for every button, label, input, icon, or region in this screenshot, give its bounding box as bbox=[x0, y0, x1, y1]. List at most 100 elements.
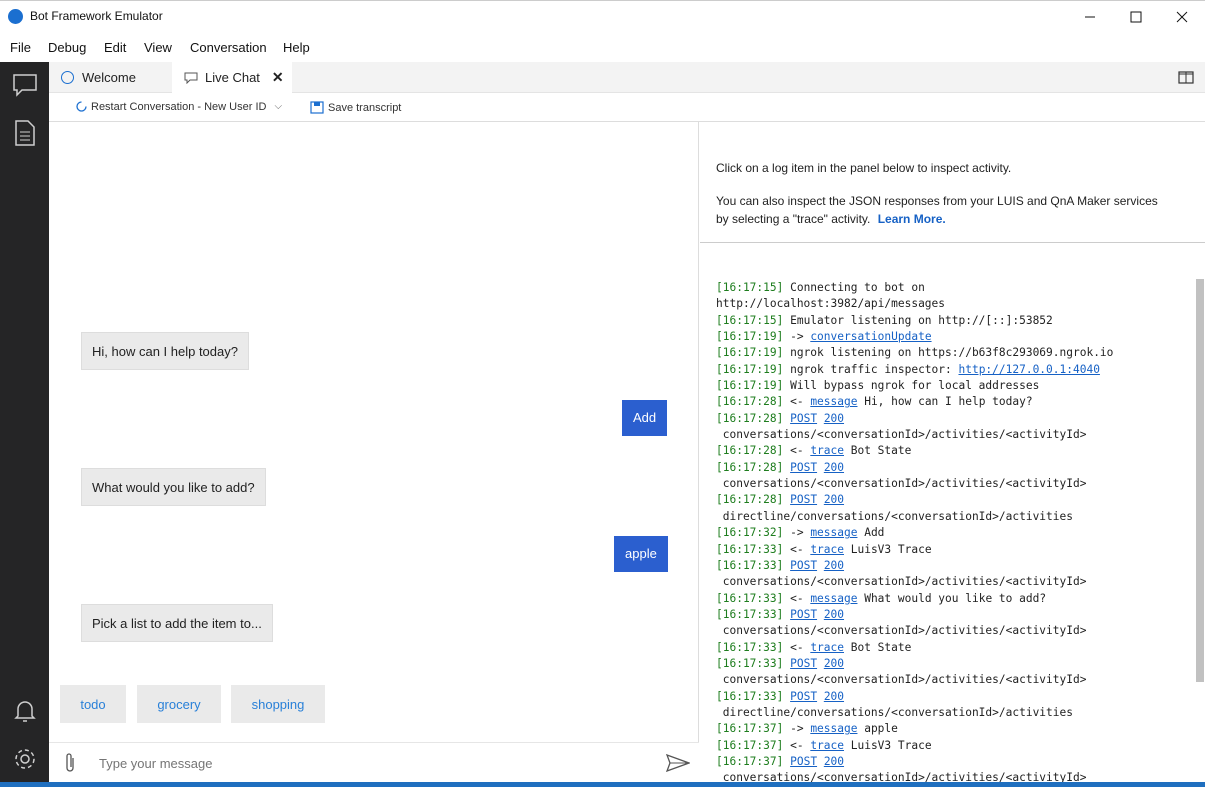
menu-conversation[interactable]: Conversation bbox=[190, 40, 267, 55]
log-entry[interactable]: [16:17:28] <- message Hi, how can I help… bbox=[716, 394, 1186, 410]
log-entry[interactable]: conversations/<conversationId>/activitie… bbox=[716, 476, 1186, 492]
log-entry[interactable]: conversations/<conversationId>/activitie… bbox=[716, 574, 1186, 590]
log-entry[interactable]: [16:17:19] -> conversationUpdate bbox=[716, 329, 1186, 345]
menu-debug[interactable]: Debug bbox=[48, 40, 86, 55]
notifications-button[interactable] bbox=[0, 688, 49, 734]
send-icon[interactable] bbox=[666, 754, 690, 772]
log-link[interactable]: trace bbox=[810, 543, 844, 556]
tab-live-chat[interactable]: Live Chat ✕ bbox=[172, 62, 292, 93]
message-input[interactable] bbox=[97, 751, 597, 775]
menu-file[interactable]: File bbox=[10, 40, 31, 55]
bot-message: Pick a list to add the item to... bbox=[81, 604, 273, 642]
log-entry[interactable]: conversations/<conversationId>/activitie… bbox=[716, 623, 1186, 639]
log-link[interactable]: conversationUpdate bbox=[810, 330, 931, 343]
log-link[interactable]: POST bbox=[790, 608, 817, 621]
inspector-hint-3: by selecting a "trace" activity. bbox=[716, 212, 871, 226]
log-link[interactable]: 200 bbox=[824, 755, 844, 768]
learn-more-link[interactable]: Learn More. bbox=[878, 212, 946, 226]
log-entry[interactable]: [16:17:33] POST 200 bbox=[716, 607, 1186, 623]
log-entry[interactable]: [16:17:37] -> message apple bbox=[716, 721, 1186, 737]
log-entry[interactable]: directline/conversations/<conversationId… bbox=[716, 509, 1186, 525]
log-entry[interactable]: [16:17:33] <- message What would you lik… bbox=[716, 591, 1186, 607]
menu-edit[interactable]: Edit bbox=[104, 40, 126, 55]
log-link[interactable]: message bbox=[810, 526, 857, 539]
log-entry[interactable]: [16:17:28] POST 200 bbox=[716, 411, 1186, 427]
log-entry[interactable]: conversations/<conversationId>/activitie… bbox=[716, 427, 1186, 443]
save-transcript-button[interactable]: Save transcript bbox=[310, 101, 401, 114]
chat-nav-button[interactable] bbox=[0, 62, 49, 108]
log-entry[interactable]: [16:17:15] Connecting to bot on bbox=[716, 280, 1186, 296]
log-link[interactable]: message bbox=[810, 395, 857, 408]
paperclip-icon[interactable] bbox=[63, 752, 77, 774]
log-link[interactable]: 200 bbox=[824, 608, 844, 621]
log-entry[interactable]: [16:17:19] ngrok listening on https://b6… bbox=[716, 345, 1186, 361]
log-entry[interactable]: [16:17:33] <- trace Bot State bbox=[716, 640, 1186, 656]
log-scrollbar[interactable] bbox=[1196, 279, 1204, 682]
inspector-hint: Click on a log item in the panel below t… bbox=[716, 161, 1012, 175]
log-entry[interactable]: [16:17:19] Will bypass ngrok for local a… bbox=[716, 378, 1186, 394]
log-text: <- bbox=[783, 640, 811, 654]
log-entry[interactable]: [16:17:33] POST 200 bbox=[716, 558, 1186, 574]
log-entry[interactable]: conversations/<conversationId>/activitie… bbox=[716, 770, 1186, 782]
log-entry[interactable]: [16:17:32] -> message Add bbox=[716, 525, 1186, 541]
log-link[interactable]: trace bbox=[810, 444, 844, 457]
log-link[interactable]: POST bbox=[790, 755, 817, 768]
log-text: LuisV3 Trace bbox=[844, 542, 932, 556]
log-link[interactable]: message bbox=[810, 592, 857, 605]
log-entry[interactable]: [16:17:28] POST 200 bbox=[716, 492, 1186, 508]
log-link[interactable]: POST bbox=[790, 493, 817, 506]
log-timestamp: [16:17:15] bbox=[716, 313, 784, 327]
log-link[interactable]: 200 bbox=[824, 493, 844, 506]
menu-help[interactable]: Help bbox=[283, 40, 310, 55]
close-button[interactable] bbox=[1159, 1, 1205, 33]
log-link[interactable]: POST bbox=[790, 412, 817, 425]
restart-conversation-button[interactable]: Restart Conversation - New User ID ⌵ bbox=[75, 100, 282, 113]
log-link[interactable]: http://127.0.0.1:4040 bbox=[958, 363, 1099, 376]
log-entry[interactable]: [16:17:37] <- trace LuisV3 Trace bbox=[716, 738, 1186, 754]
log-entry[interactable]: [16:17:33] POST 200 bbox=[716, 689, 1186, 705]
log-link[interactable]: POST bbox=[790, 657, 817, 670]
log-text: directline/conversations/<conversationId… bbox=[716, 705, 1073, 719]
log-link[interactable]: POST bbox=[790, 461, 817, 474]
tab-welcome[interactable]: Welcome bbox=[49, 62, 171, 93]
tab-bar: Welcome Live Chat ✕ bbox=[49, 62, 1205, 93]
close-tab-icon[interactable]: ✕ bbox=[272, 69, 284, 86]
tab-welcome-label: Welcome bbox=[82, 70, 136, 85]
log-timestamp: [16:17:28] bbox=[716, 411, 784, 425]
log-entry[interactable]: [16:17:19] ngrok traffic inspector: http… bbox=[716, 362, 1186, 378]
minimize-button[interactable] bbox=[1067, 1, 1113, 33]
suggested-action-todo[interactable]: todo bbox=[60, 685, 126, 723]
log-entry[interactable]: http://localhost:3982/api/messages bbox=[716, 296, 1186, 312]
log-entry[interactable]: [16:17:15] Emulator listening on http://… bbox=[716, 313, 1186, 329]
log-entry[interactable]: [16:17:28] POST 200 bbox=[716, 460, 1186, 476]
chat-icon bbox=[12, 74, 37, 97]
settings-button[interactable] bbox=[0, 736, 49, 782]
log-link[interactable]: 200 bbox=[824, 461, 844, 474]
log-entry[interactable]: [16:17:33] <- trace LuisV3 Trace bbox=[716, 542, 1186, 558]
transcript-nav-button[interactable] bbox=[0, 110, 49, 156]
log-link[interactable]: 200 bbox=[824, 690, 844, 703]
log-link[interactable]: 200 bbox=[824, 559, 844, 572]
log-link[interactable]: message bbox=[810, 722, 857, 735]
log-entry[interactable]: conversations/<conversationId>/activitie… bbox=[716, 672, 1186, 688]
log-link[interactable]: trace bbox=[810, 641, 844, 654]
suggested-action-grocery[interactable]: grocery bbox=[137, 685, 221, 723]
split-view-icon[interactable] bbox=[1178, 71, 1194, 84]
save-icon bbox=[310, 101, 324, 114]
log-link[interactable]: POST bbox=[790, 690, 817, 703]
log-entry[interactable]: [16:17:33] POST 200 bbox=[716, 656, 1186, 672]
maximize-button[interactable] bbox=[1113, 1, 1159, 33]
log-entry[interactable]: [16:17:37] POST 200 bbox=[716, 754, 1186, 770]
log-entry[interactable]: [16:17:28] <- trace Bot State bbox=[716, 443, 1186, 459]
menu-view[interactable]: View bbox=[144, 40, 172, 55]
chat-pane: Hi, how can I help today? Add What would… bbox=[49, 122, 699, 782]
log-link[interactable]: trace bbox=[810, 739, 844, 752]
log-link[interactable]: 200 bbox=[824, 657, 844, 670]
log-entry[interactable]: directline/conversations/<conversationId… bbox=[716, 705, 1186, 721]
log-link[interactable]: 200 bbox=[824, 412, 844, 425]
suggested-action-shopping[interactable]: shopping bbox=[231, 685, 325, 723]
chevron-down-icon[interactable]: ⌵ bbox=[274, 101, 282, 112]
log-link[interactable]: POST bbox=[790, 559, 817, 572]
